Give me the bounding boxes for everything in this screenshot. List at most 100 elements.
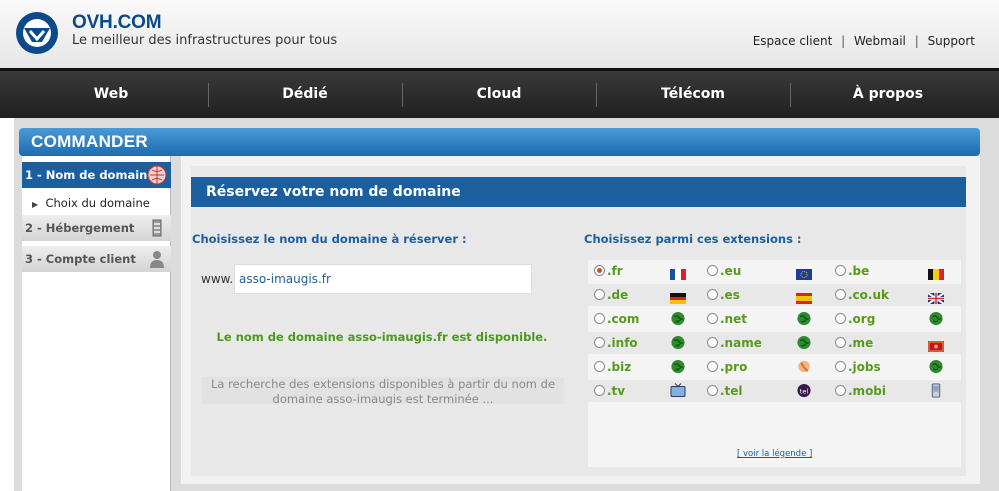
extension-option[interactable]: .me: [835, 332, 873, 354]
extension-option[interactable]: .eu: [707, 260, 741, 282]
tv-icon: [670, 383, 686, 398]
radio-button[interactable]: [707, 361, 718, 372]
radio-button[interactable]: [707, 265, 718, 276]
radio-button[interactable]: [835, 337, 846, 348]
step-label: 2 - Hébergement: [25, 221, 135, 235]
espace-client-link[interactable]: Espace client: [753, 34, 833, 48]
extension-row: .biz .pro .jobs: [588, 356, 961, 378]
flag-uk-icon: [927, 289, 945, 305]
radio-button[interactable]: [835, 265, 846, 276]
extension-label: .pro: [720, 360, 748, 374]
user-lock-icon: [150, 251, 164, 268]
radio-button[interactable]: [594, 337, 605, 348]
extension-label: .es: [720, 288, 740, 302]
domain-input[interactable]: [234, 264, 532, 294]
webmail-link[interactable]: Webmail: [854, 34, 906, 48]
brand-name[interactable]: OVH.COM: [72, 12, 162, 34]
radio-button[interactable]: [707, 289, 718, 300]
commander-header: COMMANDER: [19, 128, 980, 156]
extension-label: .jobs: [848, 360, 881, 374]
extension-label: .tv: [607, 384, 626, 398]
radio-button[interactable]: [594, 313, 605, 324]
extension-label: .com: [607, 312, 640, 326]
search-status: La recherche des extensions disponibles …: [202, 377, 564, 406]
www-prefix: www.: [201, 272, 234, 286]
radio-button[interactable]: [835, 385, 846, 396]
flag-eu-icon: [796, 265, 812, 280]
extension-label: .mobi: [848, 384, 887, 398]
radio-button[interactable]: [594, 265, 605, 276]
flag-be-icon: [928, 265, 944, 280]
link-separator: |: [914, 34, 919, 48]
server-icon: [152, 219, 162, 237]
link-separator: |: [841, 34, 846, 48]
support-link[interactable]: Support: [928, 34, 975, 48]
globe-icon: [796, 335, 812, 350]
radio-button[interactable]: [835, 289, 846, 300]
extension-label: .tel: [720, 384, 743, 398]
extension-option[interactable]: .tv: [594, 380, 625, 402]
globe-icon: [670, 359, 686, 374]
extension-option[interactable]: .biz: [594, 356, 631, 378]
extension-option[interactable]: .jobs: [835, 356, 881, 378]
radio-button[interactable]: [707, 313, 718, 324]
ovh-logo-icon[interactable]: [14, 10, 60, 56]
svg-text:tel: tel: [800, 387, 809, 395]
nav-cloud[interactable]: Cloud: [402, 71, 596, 118]
main-nav: Web Dédié Cloud Télécom À propos: [0, 68, 999, 118]
page-title: Réservez votre nom de domaine: [191, 177, 966, 207]
radio-button[interactable]: [594, 289, 605, 300]
top-links: Espace client | Webmail | Support: [753, 34, 975, 48]
extension-option[interactable]: .org: [835, 308, 875, 330]
extension-label: .net: [720, 312, 747, 326]
extension-label: .co.uk: [848, 288, 889, 302]
flag-fr-icon: [670, 265, 686, 280]
extension-option[interactable]: .fr: [594, 260, 623, 282]
extension-label: .de: [607, 288, 629, 302]
extension-option[interactable]: .name: [707, 332, 762, 354]
radio-button[interactable]: [835, 313, 846, 324]
badge-icon: [796, 359, 812, 374]
extension-option[interactable]: .es: [707, 284, 740, 306]
globe-icon: [796, 311, 812, 326]
mobile-icon: [928, 383, 944, 398]
nav-a-propos[interactable]: À propos: [790, 71, 986, 118]
radio-button[interactable]: [707, 337, 718, 348]
extension-option[interactable]: .com: [594, 308, 639, 330]
radio-button[interactable]: [707, 385, 718, 396]
flag-de-icon: [670, 289, 686, 304]
tel-icon: tel: [796, 383, 812, 398]
legend-link[interactable]: [ voir la légende ]: [737, 449, 812, 459]
step-client-account[interactable]: 3 - Compte client: [22, 246, 171, 272]
choose-domain-label: Choisissez le nom du domaine à réserver …: [192, 232, 467, 246]
globe-icon: [670, 311, 686, 326]
step-label: 1 - Nom de domaine: [25, 168, 156, 182]
search-status-line: La recherche des extensions disponibles …: [210, 377, 556, 391]
nav-dedie[interactable]: Dédié: [208, 71, 402, 118]
step-label: 3 - Compte client: [25, 252, 136, 266]
step-domain[interactable]: 1 - Nom de domaine: [22, 162, 171, 188]
extension-option[interactable]: .pro: [707, 356, 747, 378]
extension-option[interactable]: .co.uk: [835, 284, 889, 306]
step-hosting[interactable]: 2 - Hébergement: [22, 215, 171, 241]
extension-label: .me: [848, 336, 874, 350]
flag-me-icon: [928, 337, 944, 352]
extension-option[interactable]: .net: [707, 308, 747, 330]
availability-message: Le nom de domaine asso-imaugis.fr est di…: [216, 330, 548, 344]
extension-option[interactable]: .info: [594, 332, 638, 354]
extension-label: .fr: [607, 264, 623, 278]
extension-option[interactable]: .tel: [707, 380, 743, 402]
extension-option[interactable]: .mobi: [835, 380, 886, 402]
globe-icon: [670, 335, 686, 350]
substep-choose-domain[interactable]: ▶ Choix du domaine: [32, 196, 150, 210]
radio-button[interactable]: [835, 361, 846, 372]
choose-extensions-label: Choisissez parmi ces extensions :: [584, 232, 802, 246]
radio-button[interactable]: [594, 385, 605, 396]
radio-button[interactable]: [594, 361, 605, 372]
extension-label: .biz: [607, 360, 632, 374]
nav-web[interactable]: Web: [14, 71, 208, 118]
extension-option[interactable]: .be: [835, 260, 869, 282]
extension-option[interactable]: .de: [594, 284, 628, 306]
extension-row: .fr .eu .be: [588, 260, 961, 282]
nav-telecom[interactable]: Télécom: [596, 71, 790, 118]
